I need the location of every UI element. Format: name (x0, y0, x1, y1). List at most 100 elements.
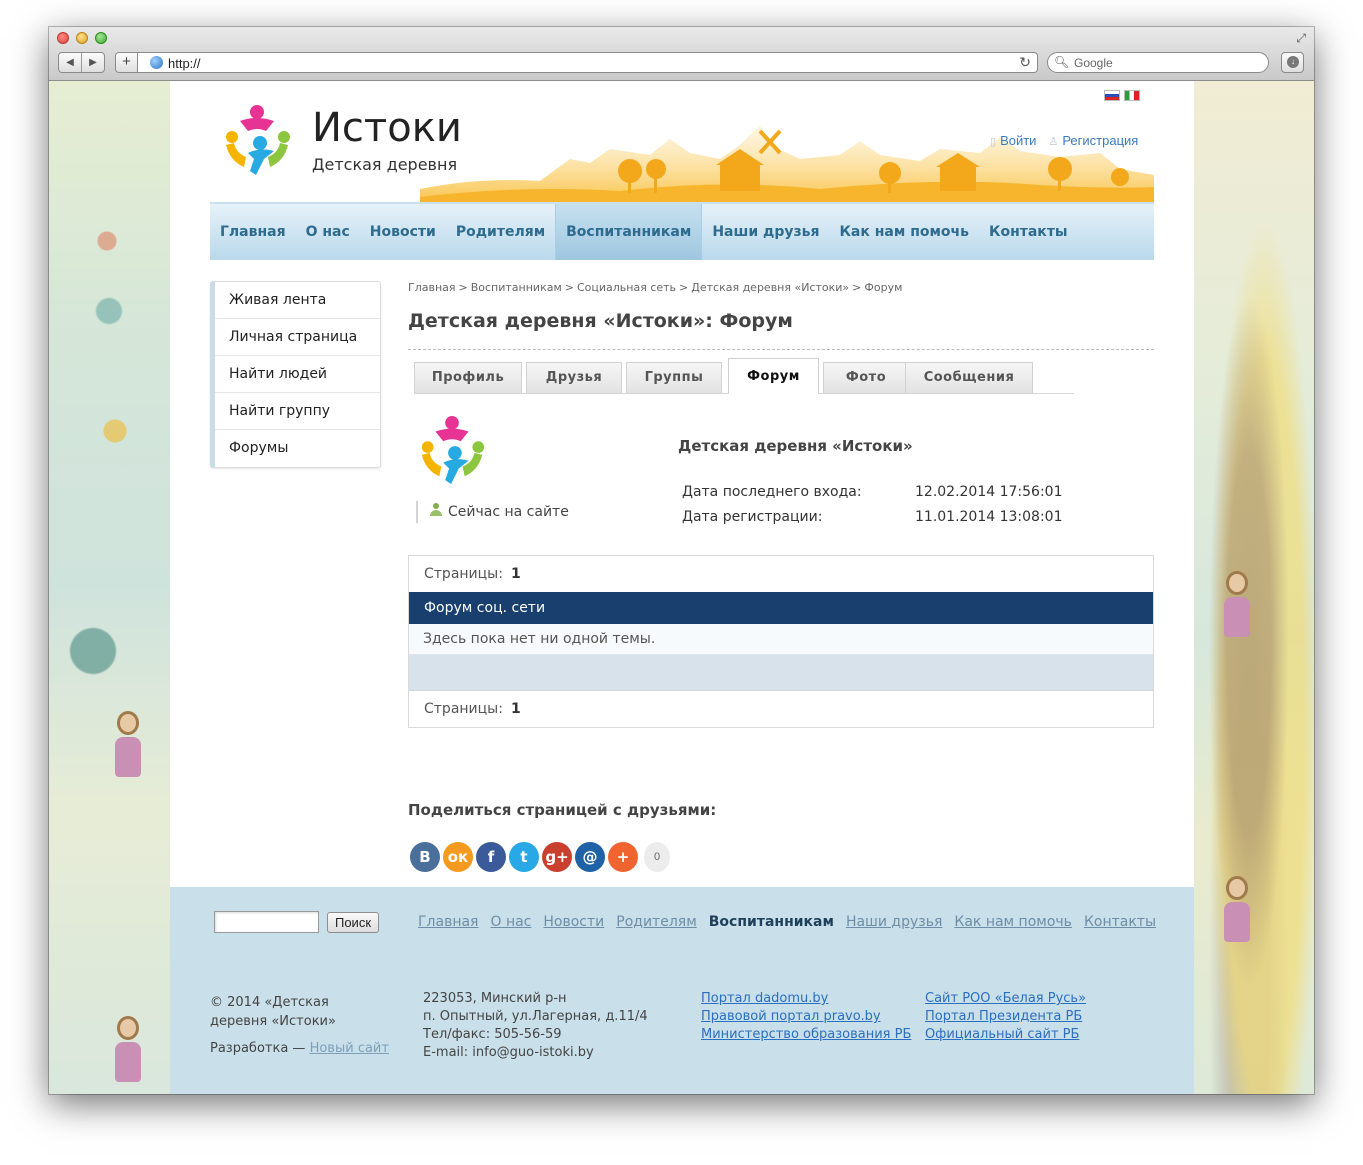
more-share-icon[interactable]: + (608, 842, 638, 872)
nav-item-contacts[interactable]: Контакты (979, 204, 1078, 260)
partner-link[interactable]: Портал dadomu.by (701, 990, 911, 1008)
nav-item-about[interactable]: О нас (296, 204, 360, 260)
login-link[interactable]: ▯ Войти (990, 133, 1036, 148)
breadcrumb-item[interactable]: Воспитанникам (471, 281, 562, 294)
pagination-bottom: Страницы: 1 (409, 691, 1153, 727)
title-divider (408, 349, 1154, 350)
site-footer: Поиск Главная О нас Новости Родителям Во… (170, 887, 1194, 1094)
nav-item-home[interactable]: Главная (210, 204, 296, 260)
background-illustration-right (1194, 81, 1314, 1094)
partner-link[interactable]: Правовой портал pravo.by (701, 1008, 911, 1026)
empty-forum-message: Здесь пока нет ни одной темы. (409, 624, 1153, 655)
vkontakte-icon[interactable]: В (410, 842, 440, 872)
search-placeholder: Google (1074, 56, 1113, 70)
profile-info: Дата последнего входа: 12.02.2014 17:56:… (682, 480, 1063, 530)
user-icon: ♙ (1048, 136, 1059, 148)
developer-link[interactable]: Новый сайт (310, 1041, 389, 1056)
flag-ru-icon[interactable] (1104, 90, 1120, 101)
profile-name: Детская деревня «Истоки» (678, 437, 913, 455)
footer-nav-contacts[interactable]: Контакты (1084, 914, 1156, 930)
breadcrumb-item[interactable]: Детская деревня «Истоки» (691, 281, 849, 294)
fullscreen-icon[interactable]: ⤢ (1296, 31, 1306, 46)
forward-icon[interactable]: ▶ (82, 53, 104, 72)
partner-link[interactable]: Сайт РОО «Белая Русь» (925, 990, 1086, 1008)
sidebar-item-forums[interactable]: Форумы (215, 430, 380, 467)
nav-item-pupils[interactable]: Воспитанникам (555, 204, 703, 260)
profile-avatar[interactable] (416, 414, 488, 486)
nav-item-friends[interactable]: Наши друзья (702, 204, 829, 260)
footer-nav-pupils[interactable]: Воспитанникам (709, 914, 834, 930)
search-icon: 🔍︎ (1054, 55, 1070, 69)
girl-illustration (1216, 876, 1256, 956)
browser-search-field[interactable]: 🔍︎ Google (1047, 52, 1269, 73)
share-title: Поделиться страницей с друзьями: (408, 801, 717, 819)
footer-nav-help[interactable]: Как нам помочь (954, 914, 1072, 930)
minimize-window-button[interactable] (76, 32, 88, 44)
auth-links: ▯ Войти ♙ Регистрация (990, 133, 1138, 148)
footer-navigation: Главная О нас Новости Родителям Воспитан… (418, 914, 1156, 930)
close-window-button[interactable] (57, 32, 69, 44)
footer-nav-about[interactable]: О нас (490, 914, 531, 930)
partner-link[interactable]: Официальный сайт РБ (925, 1026, 1086, 1044)
footer-nav-news[interactable]: Новости (543, 914, 604, 930)
village-illustration (420, 125, 1154, 203)
page-number[interactable]: 1 (511, 701, 521, 717)
site-page: Истоки Детская деревня ▯ Войти ♙ Регистр… (170, 81, 1194, 1094)
sidebar-item-find-group[interactable]: Найти группу (215, 393, 380, 430)
mail-icon[interactable]: @ (575, 842, 605, 872)
nav-item-parents[interactable]: Родителям (446, 204, 555, 260)
footer-nav-friends[interactable]: Наши друзья (846, 914, 942, 930)
odnoklassniki-icon[interactable]: ок (443, 842, 473, 872)
logo-icon[interactable] (220, 103, 294, 177)
tab-friends[interactable]: Друзья (526, 362, 622, 393)
sidebar-item-live-feed[interactable]: Живая лента (215, 282, 380, 319)
partner-link[interactable]: Портал Президента РБ (925, 1008, 1086, 1026)
twitter-icon[interactable]: t (509, 842, 539, 872)
girl-illustration (107, 1016, 147, 1094)
footer-search-button[interactable]: Поиск (327, 912, 379, 933)
browser-window: ⤢ ◀ ▶ + http:// ↻ 🔍︎ Google ↓ Истоки Дет… (49, 27, 1314, 1094)
share-buttons: В ок f t g+ @ + 0 (410, 842, 670, 872)
register-link[interactable]: ♙ Регистрация (1048, 133, 1138, 148)
pagination-top: Страницы: 1 (409, 556, 1153, 592)
nav-item-news[interactable]: Новости (360, 204, 446, 260)
forum-title: Форум соц. сети (409, 592, 1153, 624)
page-viewport: Истоки Детская деревня ▯ Войти ♙ Регистр… (49, 81, 1314, 1094)
facebook-icon[interactable]: f (476, 842, 506, 872)
google-plus-icon[interactable]: g+ (542, 842, 572, 872)
flag-it-icon[interactable] (1124, 90, 1140, 101)
nav-item-help[interactable]: Как нам помочь (829, 204, 979, 260)
add-bookmark-button[interactable]: + (115, 52, 138, 73)
tab-messages[interactable]: Сообщения (905, 362, 1033, 393)
last-login-value: 12.02.2014 17:56:01 (915, 484, 1063, 500)
breadcrumb-item[interactable]: Социальная сеть (577, 281, 676, 294)
page-number[interactable]: 1 (511, 566, 521, 582)
sidebar-item-personal-page[interactable]: Личная страница (215, 319, 380, 356)
footer-search-input[interactable] (214, 911, 319, 933)
sidebar-item-find-people[interactable]: Найти людей (215, 356, 380, 393)
tab-photos[interactable]: Фото (823, 362, 909, 393)
contact-address: 223053, Минский р-н п. Опытный, ул.Лагер… (423, 991, 648, 1060)
girl-illustration (107, 711, 147, 791)
online-status: Сейчас на сайте (416, 501, 569, 523)
browser-toolbar: ⤢ ◀ ▶ + http:// ↻ 🔍︎ Google ↓ (49, 27, 1314, 81)
reload-icon[interactable]: ↻ (1019, 54, 1031, 71)
developer-credit: Разработка — Новый сайт (210, 1041, 389, 1056)
back-icon[interactable]: ◀ (59, 53, 82, 72)
globe-icon (150, 56, 163, 69)
background-illustration-left (49, 81, 170, 1094)
footer-nav-parents[interactable]: Родителям (616, 914, 697, 930)
breadcrumb-item[interactable]: Главная (408, 281, 456, 294)
user-online-icon (430, 503, 442, 517)
address-bar[interactable]: http:// ↻ (138, 52, 1038, 73)
language-switcher (1104, 90, 1140, 101)
tab-forum[interactable]: Форум (728, 358, 819, 394)
tab-groups[interactable]: Группы (626, 362, 722, 393)
zoom-window-button[interactable] (95, 32, 107, 44)
tab-profile[interactable]: Профиль (414, 362, 522, 393)
window-controls (57, 32, 107, 44)
page-title: Детская деревня «Истоки»: Форум (408, 310, 793, 332)
partner-link[interactable]: Министерство образования РБ (701, 1026, 911, 1044)
downloads-button[interactable]: ↓ (1281, 52, 1304, 73)
footer-nav-home[interactable]: Главная (418, 914, 478, 930)
